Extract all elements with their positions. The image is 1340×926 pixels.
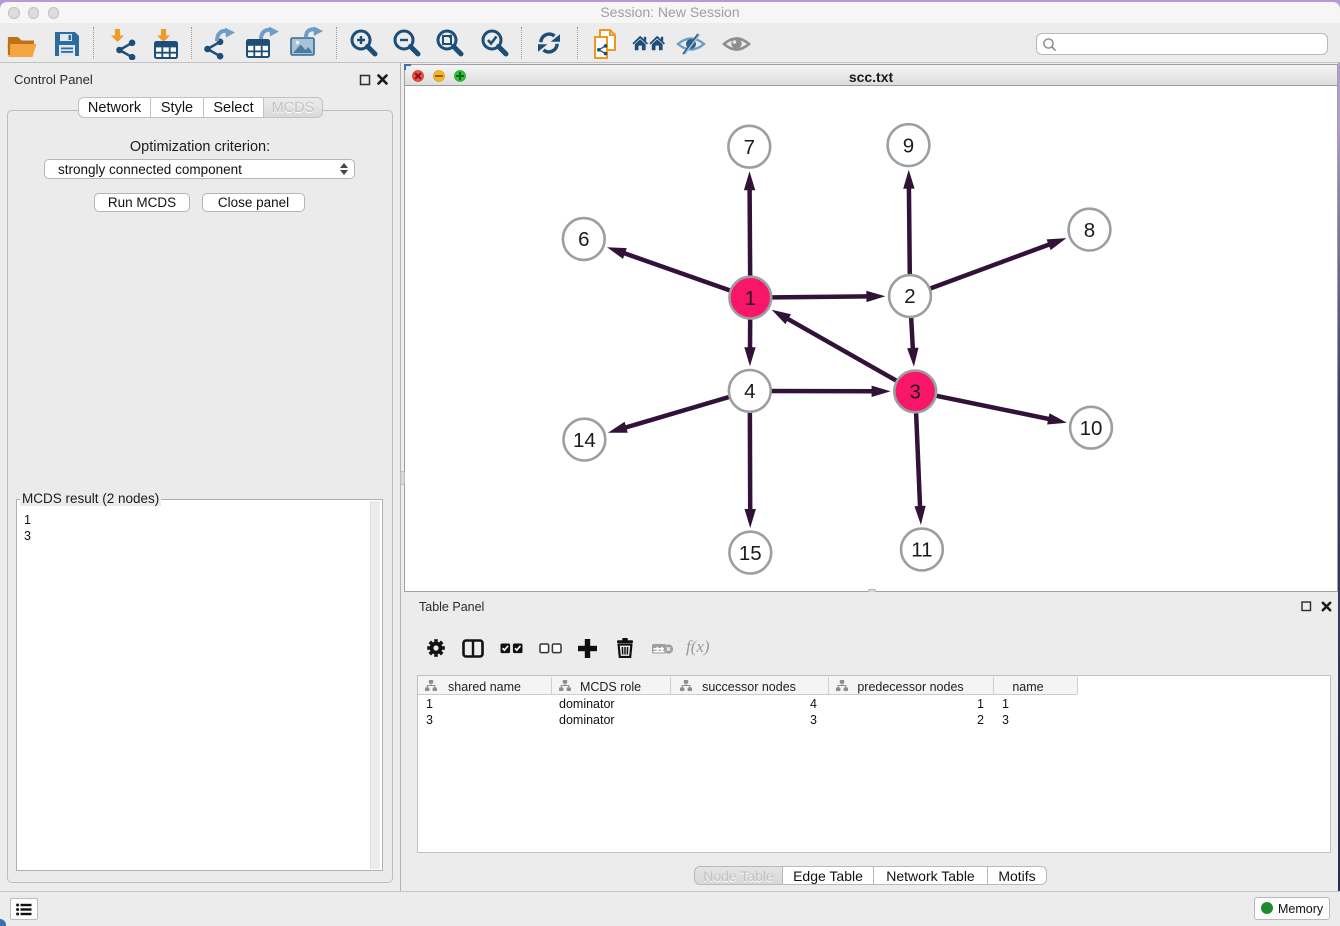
svg-text:6: 6 — [578, 228, 589, 251]
svg-text:4: 4 — [744, 380, 755, 403]
svg-text:7: 7 — [744, 136, 755, 159]
svg-text:11: 11 — [911, 539, 932, 562]
svg-text:14: 14 — [573, 429, 596, 452]
svg-text:10: 10 — [1080, 417, 1103, 440]
svg-text:9: 9 — [903, 134, 914, 157]
svg-text:8: 8 — [1084, 219, 1095, 242]
svg-text:1: 1 — [745, 287, 756, 310]
svg-text:2: 2 — [904, 285, 915, 308]
svg-text:3: 3 — [909, 381, 920, 404]
svg-text:15: 15 — [739, 542, 762, 565]
